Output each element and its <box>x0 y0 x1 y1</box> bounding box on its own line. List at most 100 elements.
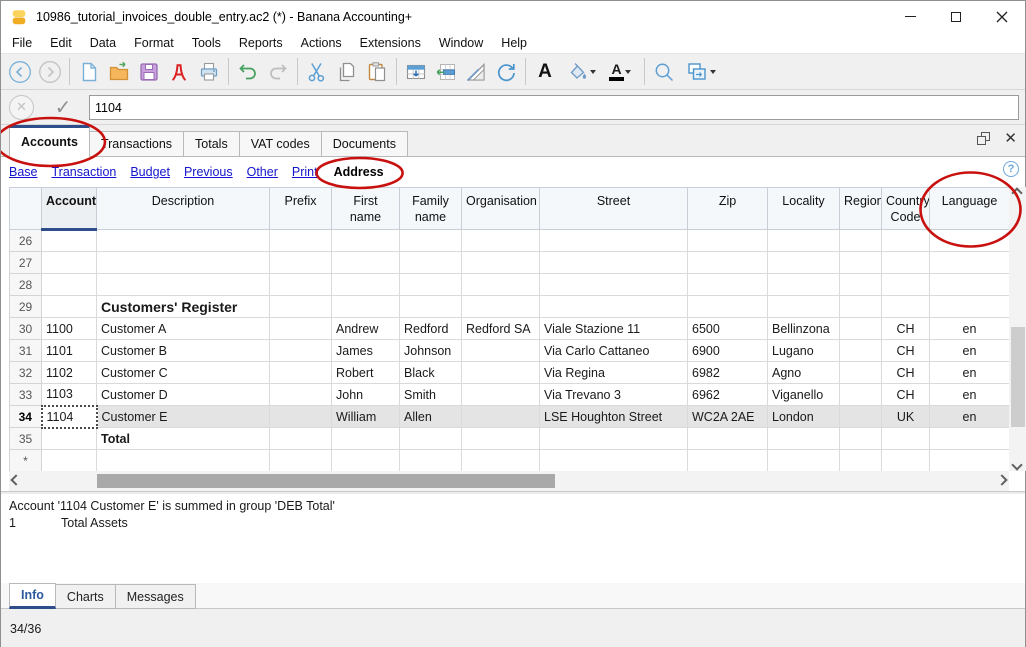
table-cell[interactable]: en <box>929 405 1009 428</box>
table-cell[interactable] <box>539 449 688 471</box>
selected-cell[interactable]: 1104 <box>40 404 98 429</box>
scroll-down-button[interactable] <box>1011 459 1023 471</box>
menu-item-reports[interactable]: Reports <box>230 34 292 52</box>
table-cell[interactable] <box>269 383 332 406</box>
table-cell[interactable]: Robert <box>331 361 400 384</box>
table-cell[interactable] <box>687 449 768 471</box>
table-cell[interactable]: Allen <box>399 405 462 428</box>
table-cell[interactable] <box>96 273 270 296</box>
row-header-27[interactable]: 27 <box>9 251 42 274</box>
tab-info[interactable]: Info <box>9 583 56 609</box>
table-cell[interactable] <box>539 427 688 450</box>
table-cell[interactable] <box>687 273 768 296</box>
table-cell[interactable] <box>929 273 1009 296</box>
table-cell[interactable]: CH <box>881 317 930 340</box>
table-cell[interactable] <box>41 251 97 274</box>
table-cell[interactable]: en <box>929 383 1009 406</box>
table-cell[interactable] <box>839 317 882 340</box>
table-cell[interactable] <box>41 229 97 252</box>
table-cell[interactable] <box>399 251 462 274</box>
cut-button[interactable] <box>302 57 332 87</box>
table-cell[interactable] <box>839 405 882 428</box>
table-cell[interactable] <box>399 273 462 296</box>
extract-rows-button[interactable] <box>431 57 461 87</box>
table-cell[interactable] <box>539 251 688 274</box>
table-cell[interactable] <box>461 273 540 296</box>
menu-item-data[interactable]: Data <box>81 34 125 52</box>
row-header-26[interactable]: 26 <box>9 229 42 252</box>
table-cell[interactable] <box>331 251 400 274</box>
table-cell[interactable] <box>839 251 882 274</box>
window-arrange-button[interactable] <box>679 57 721 87</box>
table-cell[interactable] <box>269 295 332 318</box>
view-link-print[interactable]: Print <box>292 165 318 179</box>
view-link-other[interactable]: Other <box>247 165 278 179</box>
table-cell[interactable] <box>539 229 688 252</box>
menu-item-extensions[interactable]: Extensions <box>351 34 430 52</box>
table-cell[interactable] <box>331 229 400 252</box>
table-cell[interactable]: Customer B <box>96 339 270 362</box>
horizontal-scrollbar[interactable] <box>9 471 1009 491</box>
table-cell[interactable]: 6900 <box>687 339 768 362</box>
table-cell[interactable] <box>331 273 400 296</box>
table-cell[interactable] <box>839 361 882 384</box>
cancel-edit-button[interactable]: ✕ <box>9 94 34 120</box>
table-cell[interactable]: CH <box>881 339 930 362</box>
table-cell[interactable]: Viale Stazione 11 <box>539 317 688 340</box>
table-cell[interactable] <box>929 295 1009 318</box>
tab-charts[interactable]: Charts <box>55 584 116 609</box>
view-link-base[interactable]: Base <box>9 165 38 179</box>
paste-button[interactable] <box>362 57 392 87</box>
copy-button[interactable] <box>332 57 362 87</box>
pdf-export-button[interactable] <box>164 57 194 87</box>
table-cell[interactable] <box>269 317 332 340</box>
table-cell[interactable]: LSE Houghton Street <box>539 405 688 428</box>
view-link-budget[interactable]: Budget <box>130 165 170 179</box>
table-cell[interactable] <box>881 427 930 450</box>
table-cell[interactable] <box>461 229 540 252</box>
menu-item-file[interactable]: File <box>3 34 41 52</box>
table-cell[interactable]: Customer A <box>96 317 270 340</box>
column-header-organisation[interactable]: Organisation <box>461 187 540 230</box>
table-cell[interactable]: Customer E <box>96 405 270 428</box>
table-cell[interactable] <box>461 251 540 274</box>
row-header-35[interactable]: 35 <box>9 427 42 450</box>
row-header-29[interactable]: 29 <box>9 295 42 318</box>
table-cell[interactable] <box>687 427 768 450</box>
horizontal-scroll-thumb[interactable] <box>97 474 555 488</box>
table-cell[interactable] <box>96 449 270 471</box>
table-cell[interactable]: UK <box>881 405 930 428</box>
scroll-left-button[interactable] <box>10 474 22 486</box>
table-cell[interactable] <box>41 273 97 296</box>
accept-edit-button[interactable]: ✓ <box>48 94 78 120</box>
column-header-family-name[interactable]: Family name <box>399 187 462 230</box>
table-cell[interactable]: Redford SA <box>461 317 540 340</box>
table-cell[interactable]: WC2A 2AE <box>687 405 768 428</box>
column-header-region[interactable]: Region <box>839 187 882 230</box>
table-cell[interactable] <box>767 449 840 471</box>
table-cell[interactable]: Total <box>96 427 270 450</box>
undo-button[interactable] <box>233 57 263 87</box>
back-button[interactable] <box>5 57 35 87</box>
table-cell[interactable] <box>839 229 882 252</box>
table-cell[interactable] <box>461 383 540 406</box>
menu-item-actions[interactable]: Actions <box>292 34 351 52</box>
table-cell[interactable] <box>269 229 332 252</box>
table-cell[interactable] <box>331 427 400 450</box>
table-cell[interactable] <box>269 449 332 471</box>
table-cell[interactable] <box>839 427 882 450</box>
row-header-31[interactable]: 31 <box>9 339 42 362</box>
table-cell[interactable]: Johnson <box>399 339 462 362</box>
table-cell[interactable] <box>929 251 1009 274</box>
table-cell[interactable] <box>881 251 930 274</box>
view-link-transaction[interactable]: Transaction <box>52 165 117 179</box>
table-cell[interactable] <box>767 427 840 450</box>
table-setup-button[interactable] <box>461 57 491 87</box>
table-cell[interactable] <box>539 273 688 296</box>
tab-totals[interactable]: Totals <box>184 131 240 157</box>
table-cell[interactable] <box>41 295 97 318</box>
table-cell[interactable]: Redford <box>399 317 462 340</box>
table-cell[interactable]: 6962 <box>687 383 768 406</box>
table-cell[interactable] <box>399 449 462 471</box>
table-cell[interactable]: 6500 <box>687 317 768 340</box>
